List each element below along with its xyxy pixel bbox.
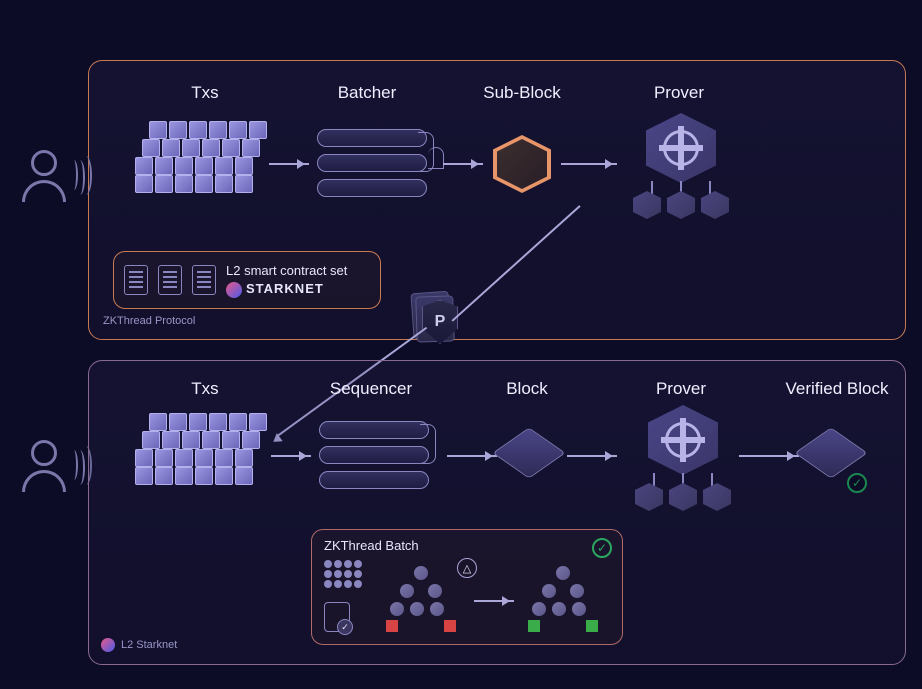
subblock-hexagon [495,137,549,191]
sequencer-graphic [319,421,439,496]
sequencer-label: Sequencer [311,379,431,399]
contract-icon [192,265,216,295]
block-cube [507,431,557,481]
triangle-icon: △ [457,558,477,578]
contract-icon [158,265,182,295]
panel-title: ZKThread Protocol [103,315,195,327]
check-icon: ✓ [592,538,612,558]
starknet-logo-icon [101,638,115,652]
batch-title: ZKThread Batch [324,538,610,553]
prover-graphic [621,113,741,233]
prover-label: Prover [629,83,729,103]
user-icon [22,150,66,206]
arrow-icon [269,163,309,165]
arrow-icon [443,163,483,165]
txs-label: Txs [165,83,245,103]
broadcast-icon [70,160,88,190]
contract-line2: STARKNET [246,281,324,296]
document-check-icon [324,602,350,632]
prover-label: Prover [631,379,731,399]
subblock-label: Sub-Block [467,83,577,103]
arrow-icon [271,455,311,457]
batcher-label: Batcher [317,83,417,103]
block-label: Block [487,379,567,399]
zkthread-protocol-panel: Txs Batcher Sub-Block Prover L2 smart c [88,60,906,340]
txs-label: Txs [165,379,245,399]
prover-graphic [623,405,743,525]
contract-line1: L2 smart contract set [226,262,347,280]
txs-cube-grid [135,413,255,499]
batcher-graphic [317,129,437,204]
arrow-icon [567,455,617,457]
arrow-icon [474,600,514,602]
arrow-icon [561,163,617,165]
broadcast-icon [70,450,88,480]
contract-icon [124,265,148,295]
check-icon: ✓ [847,473,867,493]
verified-label: Verified Block [777,379,897,399]
gear-icon [665,422,701,458]
arrow-icon [739,455,799,457]
user-icon [22,440,66,496]
txs-cube-grid [135,121,255,207]
starknet-logo-icon [226,282,242,298]
gear-icon [663,130,699,166]
panel-title: L2 Starknet [101,638,177,652]
zkthread-batch-box: ZKThread Batch ✓ △ [311,529,623,645]
l2-contract-box: L2 smart contract set STARKNET [113,251,381,309]
l2-starknet-panel: Txs Sequencer Block Prover Verified Bloc… [88,360,906,665]
arrow-icon [447,455,497,457]
